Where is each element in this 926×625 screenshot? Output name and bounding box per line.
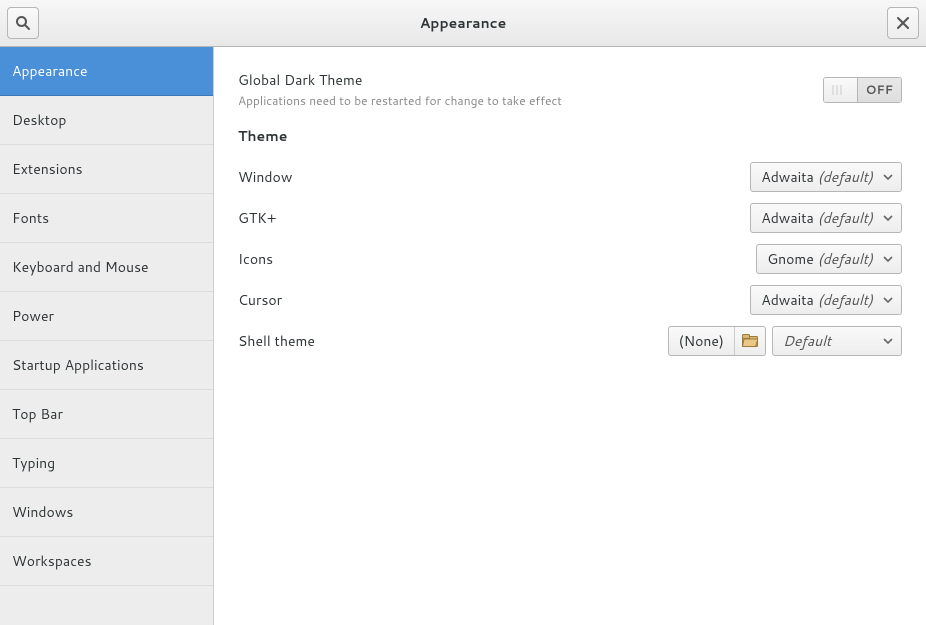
window-title: Appearance bbox=[420, 13, 507, 33]
chevron-down-icon bbox=[881, 213, 895, 223]
combo-value: Adwaita bbox=[761, 208, 814, 228]
combo-suffix: (default) bbox=[818, 290, 873, 310]
headerbar: Appearance bbox=[0, 0, 926, 47]
sidebar-item-label: Keyboard and Mouse bbox=[12, 257, 149, 277]
close-button[interactable] bbox=[887, 7, 919, 39]
combo-value: Default bbox=[783, 331, 831, 351]
sidebar-item-windows[interactable]: Windows bbox=[0, 488, 213, 537]
theme-cursor-combo[interactable]: Adwaita (default) bbox=[750, 285, 902, 315]
chevron-down-icon bbox=[881, 172, 895, 182]
shell-theme-combo[interactable]: Default bbox=[772, 326, 902, 356]
combo-suffix: (default) bbox=[818, 208, 873, 228]
theme-section-header: Theme bbox=[238, 126, 902, 146]
combo-value: Adwaita bbox=[761, 290, 814, 310]
chevron-down-icon bbox=[881, 295, 895, 305]
sidebar-item-top-bar[interactable]: Top Bar bbox=[0, 390, 213, 439]
main-panel: Global Dark Theme Applications need to b… bbox=[214, 47, 926, 625]
sidebar-item-label: Appearance bbox=[12, 61, 88, 81]
global-dark-toggle[interactable]: OFF bbox=[823, 77, 902, 103]
theme-icons-label: Icons bbox=[238, 249, 273, 269]
sidebar-item-label: Power bbox=[12, 306, 54, 326]
sidebar: Appearance Desktop Extensions Fonts Keyboard… bbox=[0, 47, 214, 625]
global-dark-subtitle: Applications need to be restarted for ch… bbox=[238, 92, 562, 109]
theme-window-row: Window Adwaita (default) bbox=[238, 156, 902, 197]
sidebar-item-label: Startup Applications bbox=[12, 355, 144, 375]
toggle-handle bbox=[824, 78, 858, 102]
shell-theme-file-chooser[interactable]: (None) bbox=[668, 326, 766, 356]
chevron-down-icon bbox=[881, 336, 895, 346]
sidebar-item-power[interactable]: Power bbox=[0, 292, 213, 341]
sidebar-item-startup-applications[interactable]: Startup Applications bbox=[0, 341, 213, 390]
sidebar-item-extensions[interactable]: Extensions bbox=[0, 145, 213, 194]
sidebar-item-label: Windows bbox=[12, 502, 73, 522]
theme-cursor-row: Cursor Adwaita (default) bbox=[238, 279, 902, 320]
theme-gtk-row: GTK+ Adwaita (default) bbox=[238, 197, 902, 238]
sidebar-item-label: Workspaces bbox=[12, 551, 92, 571]
global-dark-theme-row: Global Dark Theme Applications need to b… bbox=[238, 69, 902, 110]
theme-gtk-combo[interactable]: Adwaita (default) bbox=[750, 203, 902, 233]
search-button[interactable] bbox=[7, 7, 39, 39]
combo-suffix: (default) bbox=[818, 167, 873, 187]
sidebar-item-workspaces[interactable]: Workspaces bbox=[0, 537, 213, 586]
chevron-down-icon bbox=[881, 254, 895, 264]
toggle-state-label: OFF bbox=[858, 78, 901, 102]
search-icon bbox=[15, 15, 31, 31]
sidebar-item-label: Extensions bbox=[12, 159, 83, 179]
sidebar-item-label: Fonts bbox=[12, 208, 49, 228]
theme-icons-combo[interactable]: Gnome (default) bbox=[756, 244, 902, 274]
sidebar-item-label: Desktop bbox=[12, 110, 66, 130]
theme-gtk-label: GTK+ bbox=[238, 208, 276, 228]
theme-shell-label: Shell theme bbox=[238, 331, 315, 351]
close-icon bbox=[897, 17, 909, 29]
sidebar-item-typing[interactable]: Typing bbox=[0, 439, 213, 488]
theme-window-combo[interactable]: Adwaita (default) bbox=[750, 162, 902, 192]
theme-icons-row: Icons Gnome (default) bbox=[238, 238, 902, 279]
combo-suffix: (default) bbox=[818, 249, 873, 269]
sidebar-item-appearance[interactable]: Appearance bbox=[0, 47, 213, 96]
global-dark-title: Global Dark Theme bbox=[238, 70, 562, 90]
combo-value: Gnome bbox=[767, 249, 814, 269]
file-chooser-value: (None) bbox=[669, 327, 735, 355]
sidebar-item-label: Top Bar bbox=[12, 404, 63, 424]
sidebar-item-keyboard-and-mouse[interactable]: Keyboard and Mouse bbox=[0, 243, 213, 292]
sidebar-item-fonts[interactable]: Fonts bbox=[0, 194, 213, 243]
theme-window-label: Window bbox=[238, 167, 292, 187]
theme-cursor-label: Cursor bbox=[238, 290, 282, 310]
sidebar-item-desktop[interactable]: Desktop bbox=[0, 96, 213, 145]
theme-shell-row: Shell theme (None) Default bbox=[238, 320, 902, 361]
sidebar-item-label: Typing bbox=[12, 453, 55, 473]
content-area: Appearance Desktop Extensions Fonts Keyboard… bbox=[0, 47, 926, 625]
combo-value: Adwaita bbox=[761, 167, 814, 187]
folder-open-icon bbox=[735, 327, 765, 355]
